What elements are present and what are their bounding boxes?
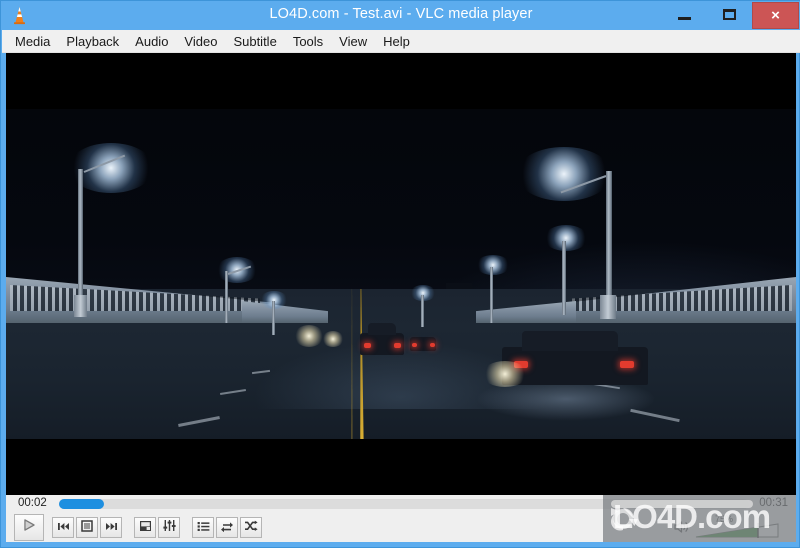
fullscreen-button[interactable] (134, 517, 156, 538)
maximize-icon (723, 9, 736, 20)
car-roof (368, 323, 396, 335)
street-lamp-glow (544, 225, 588, 251)
minimize-icon (678, 17, 691, 20)
street-lamp-glow (476, 255, 510, 275)
lamp-post (490, 267, 493, 323)
maximize-button[interactable] (707, 1, 752, 28)
car-taillight-right (620, 361, 634, 368)
control-panel: 00:02 00:31 (6, 495, 796, 542)
shuffle-button[interactable] (240, 517, 262, 538)
elapsed-time: 00:02 (18, 497, 47, 509)
seek-bar-fill (59, 499, 104, 509)
car-headlight-spill (482, 361, 528, 387)
car-taillight (412, 343, 417, 347)
street-lamp-glow (516, 147, 612, 201)
play-icon (22, 518, 36, 537)
volume-control: 75% (668, 513, 788, 542)
lamp-post (421, 295, 424, 327)
oncoming-headlight (294, 325, 324, 347)
menu-item-tools[interactable]: Tools (285, 32, 331, 51)
menu-item-video[interactable]: Video (176, 32, 225, 51)
previous-track-icon (57, 519, 70, 537)
close-icon: × (771, 8, 780, 23)
close-button[interactable]: × (752, 2, 799, 29)
menu-item-media[interactable]: Media (7, 32, 58, 51)
playlist-button[interactable] (192, 517, 214, 538)
car-taillight (364, 343, 371, 348)
extended-settings-button[interactable] (158, 517, 180, 538)
speaker-icon[interactable] (674, 519, 690, 535)
menu-bar: Media Playback Audio Video Subtitle Tool… (2, 30, 800, 53)
car-taillight (430, 343, 435, 347)
video-frame (6, 109, 796, 439)
seek-row: 00:02 00:31 (6, 495, 796, 513)
seek-bar[interactable] (59, 499, 749, 509)
next-track-icon (105, 519, 118, 537)
lamp-post (562, 241, 566, 315)
lamp-post (225, 271, 228, 323)
stop-icon (81, 519, 93, 537)
loop-icon (220, 519, 234, 537)
play-button[interactable] (14, 514, 44, 541)
oncoming-headlight (322, 331, 344, 347)
volume-slider[interactable] (695, 523, 779, 538)
car-roof (522, 331, 618, 351)
menu-item-view[interactable]: View (331, 32, 375, 51)
lamp-base (74, 295, 87, 317)
car-taillight (394, 343, 401, 348)
playlist-icon (197, 519, 210, 537)
lamp-base (600, 295, 616, 319)
window-buttons: × (662, 1, 800, 30)
total-time: 00:31 (759, 497, 788, 509)
loop-button[interactable] (216, 517, 238, 538)
menu-item-playback[interactable]: Playback (58, 32, 127, 51)
next-button[interactable] (100, 517, 122, 538)
video-output[interactable] (6, 53, 796, 495)
menu-item-subtitle[interactable]: Subtitle (225, 32, 284, 51)
equalizer-icon (163, 519, 176, 537)
title-bar: LO4D.com - Test.avi - VLC media player × (1, 1, 800, 30)
menu-item-help[interactable]: Help (375, 32, 418, 51)
lamp-post (78, 169, 83, 299)
fullscreen-icon (139, 519, 152, 537)
minimize-button[interactable] (662, 1, 707, 28)
shuffle-icon (244, 519, 258, 537)
stop-button[interactable] (76, 517, 98, 538)
lamp-post (606, 171, 612, 299)
menu-item-audio[interactable]: Audio (127, 32, 176, 51)
lamp-post (272, 301, 275, 335)
previous-button[interactable] (52, 517, 74, 538)
vlc-main-window: LO4D.com - Test.avi - VLC media player ×… (0, 0, 800, 548)
